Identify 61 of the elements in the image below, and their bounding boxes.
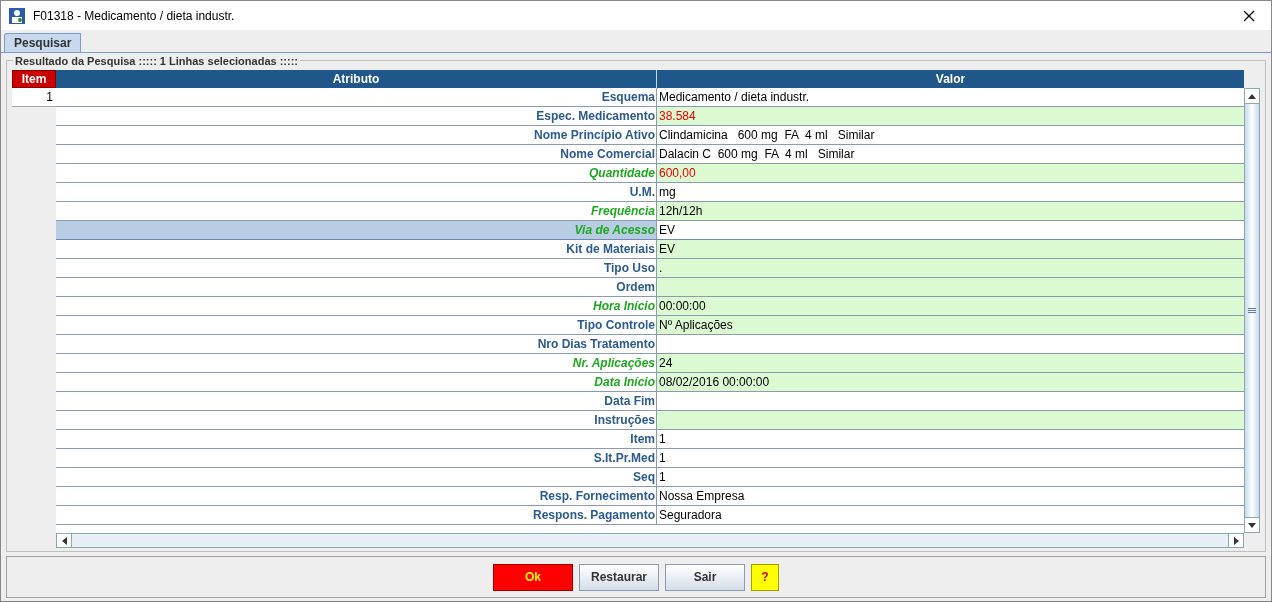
attribute-cell: Hora Início <box>56 297 657 315</box>
attribute-cell: Item <box>56 430 657 448</box>
column-header: Item <box>12 70 56 88</box>
value-cell: 1 <box>657 430 1244 448</box>
value-cell: . <box>657 259 1244 277</box>
column-header: Valor <box>657 70 1244 88</box>
attribute-cell: Esquema <box>56 88 657 106</box>
dialog-button[interactable]: Ok <box>493 563 573 591</box>
value-cell: mg <box>657 183 1244 201</box>
value-cell: 00:00:00 <box>657 297 1244 315</box>
attribute-cell: Resp. Fornecimento <box>56 487 657 505</box>
value-cell: Nossa Empresa <box>657 487 1244 505</box>
value-cell: 1 <box>657 468 1244 486</box>
dialog-button[interactable]: Sair <box>665 563 745 591</box>
attribute-cell: Data Fim <box>56 392 657 410</box>
window-title: F01318 - Medicamento / dieta industr. <box>33 7 235 25</box>
value-cell: Seguradora <box>657 506 1244 524</box>
attribute-cell: Ordem <box>56 278 657 296</box>
attribute-cell: Seq <box>56 468 657 486</box>
attribute-cell: S.It.Pr.Med <box>56 449 657 467</box>
column-header: Atributo <box>56 70 657 88</box>
app-icon <box>9 7 25 24</box>
value-cell: Clindamicina 600 mg FA 4 ml Similar <box>657 126 1244 144</box>
grip-icon <box>1248 308 1256 313</box>
dialog-button[interactable]: Restaurar <box>579 563 659 591</box>
attribute-cell: Quantidade <box>56 164 657 182</box>
attribute-cell: Via de Acesso <box>56 221 657 239</box>
value-cell: EV <box>657 240 1244 258</box>
attribute-cell: Data Início <box>56 373 657 391</box>
attribute-cell: Tipo Uso <box>56 259 657 277</box>
value-cell: 12h/12h <box>657 202 1244 220</box>
value-cell: 38.584 <box>657 107 1244 125</box>
attribute-cell: Kit de Materiais <box>56 240 657 258</box>
close-icon[interactable] <box>1243 9 1255 22</box>
attribute-cell: Espec. Medicamento <box>56 107 657 125</box>
value-cell: EV <box>657 221 1244 239</box>
value-cell: Nº Aplicações <box>657 316 1244 334</box>
attribute-cell: Nome Princípio Ativo <box>56 126 657 144</box>
attribute-cell: Nome Comercial <box>56 145 657 163</box>
dialog-button[interactable]: ? <box>751 563 779 591</box>
attribute-cell: Frequência <box>56 202 657 220</box>
value-cell: Medicamento / dieta industr. <box>657 88 1244 106</box>
attribute-cell: Nr. Aplicações <box>56 354 657 372</box>
attribute-cell: Instruções <box>56 411 657 429</box>
scroll-left-icon[interactable] <box>61 536 67 545</box>
scroll-up-icon[interactable] <box>1248 93 1256 99</box>
tab[interactable]: Pesquisar <box>4 33 82 52</box>
vertical-scrollbar[interactable] <box>1244 88 1260 533</box>
attribute-cell: Nro Dias Tratamento <box>56 335 657 353</box>
attribute-cell: Tipo Controle <box>56 316 657 334</box>
scroll-down-icon[interactable] <box>1248 522 1256 528</box>
horizontal-scrollbar[interactable] <box>56 533 1244 548</box>
attribute-cell: U.M. <box>56 183 657 201</box>
value-cell: 600,00 <box>657 164 1244 182</box>
attribute-cell: Respons. Pagamento <box>56 506 657 524</box>
value-cell: 1 <box>657 449 1244 467</box>
scroll-right-icon[interactable] <box>1233 536 1239 545</box>
value-cell: 08/02/2016 00:00:00 <box>657 373 1244 391</box>
value-cell: 24 <box>657 354 1244 372</box>
value-cell: Dalacin C 600 mg FA 4 ml Similar <box>657 145 1244 163</box>
row-number[interactable]: 1 <box>12 88 56 107</box>
